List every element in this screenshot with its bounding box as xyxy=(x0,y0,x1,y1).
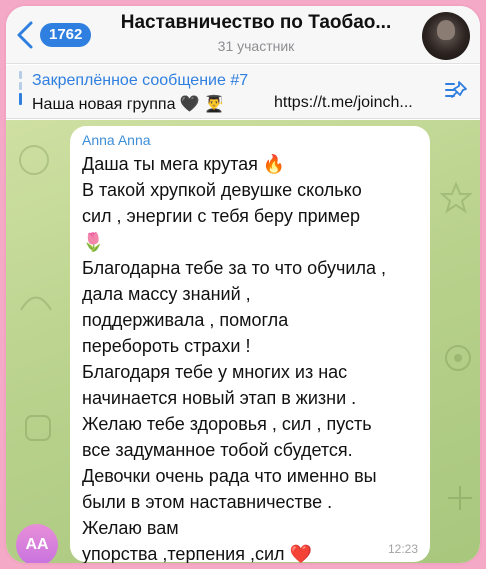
background-doodle xyxy=(20,296,52,311)
member-count: 31 участник xyxy=(217,38,295,54)
chat-title: Наставничество по Таобао... xyxy=(120,12,392,33)
message-line: Желаю вам xyxy=(82,518,179,538)
message-line: В такой хрупкой девушке сколько xyxy=(82,180,362,200)
unread-count-badge: 1762 xyxy=(40,23,92,47)
pinned-text: Наша новая группа 🖤 👨‍🎓 xyxy=(32,96,225,113)
back-button[interactable]: 1762 xyxy=(14,20,92,50)
sender-avatar[interactable]: AA xyxy=(16,524,58,563)
background-doodle xyxy=(19,145,49,175)
message-line: дала массу знаний , xyxy=(82,284,251,304)
background-doodle xyxy=(448,486,472,510)
group-avatar[interactable] xyxy=(422,12,470,60)
message-line: упорства ,терпения ,сил ❤️ xyxy=(82,544,312,564)
message-line: Благодаря тебе у многих из нас xyxy=(82,362,348,382)
avatar-figure xyxy=(437,20,455,40)
message-line: были в этом наставничестве . xyxy=(82,492,333,512)
message-line: 🌷 xyxy=(82,232,105,252)
pinned-indicator xyxy=(19,71,22,113)
chat-title-area[interactable]: Наставничество по Таобао... 31 участник xyxy=(106,12,406,54)
message-line: Даша ты мега крутая 🔥 xyxy=(82,154,286,174)
background-doodle xyxy=(439,181,473,214)
message-sender[interactable]: Anna Anna xyxy=(82,132,418,148)
message-line: сил , энергии с тебя беру пример xyxy=(82,206,361,226)
background-doodle xyxy=(445,345,471,371)
message-line: начинается новый этап в жизни . xyxy=(82,388,357,408)
chat-header: 1762 Наставничество по Таобао... 31 учас… xyxy=(6,6,480,64)
message-line: все задуманное тобой сбудется. xyxy=(82,440,353,460)
pinned-list-icon[interactable] xyxy=(444,79,470,105)
phone-frame: 1762 Наставничество по Таобао... 31 учас… xyxy=(4,4,482,565)
pinned-message-bar[interactable]: Закреплённое сообщение #7 Наша новая гру… xyxy=(6,65,480,119)
pinned-title: Закреплённое сообщение #7 xyxy=(32,72,249,89)
message-time: 12:23 xyxy=(387,542,418,556)
message-line: Благодарна тебе за то что обучила , xyxy=(82,258,386,278)
chat-area[interactable]: Anna Anna Даша ты мега крутая 🔥 В такой … xyxy=(6,120,480,564)
message-line: поддерживала , помогла xyxy=(82,310,289,330)
message-bubble[interactable]: Anna Anna Даша ты мега крутая 🔥 В такой … xyxy=(70,126,430,564)
message-line: перебороть страхи ! xyxy=(82,336,251,356)
message-line: Желаю тебе здоровья , сил , пусть xyxy=(82,414,372,434)
message-line: Девочки очень рада что именно вы xyxy=(82,466,377,486)
chevron-left-icon xyxy=(17,21,33,49)
pinned-link[interactable]: https://t.me/joinch... xyxy=(274,94,413,112)
background-doodle xyxy=(25,415,51,441)
